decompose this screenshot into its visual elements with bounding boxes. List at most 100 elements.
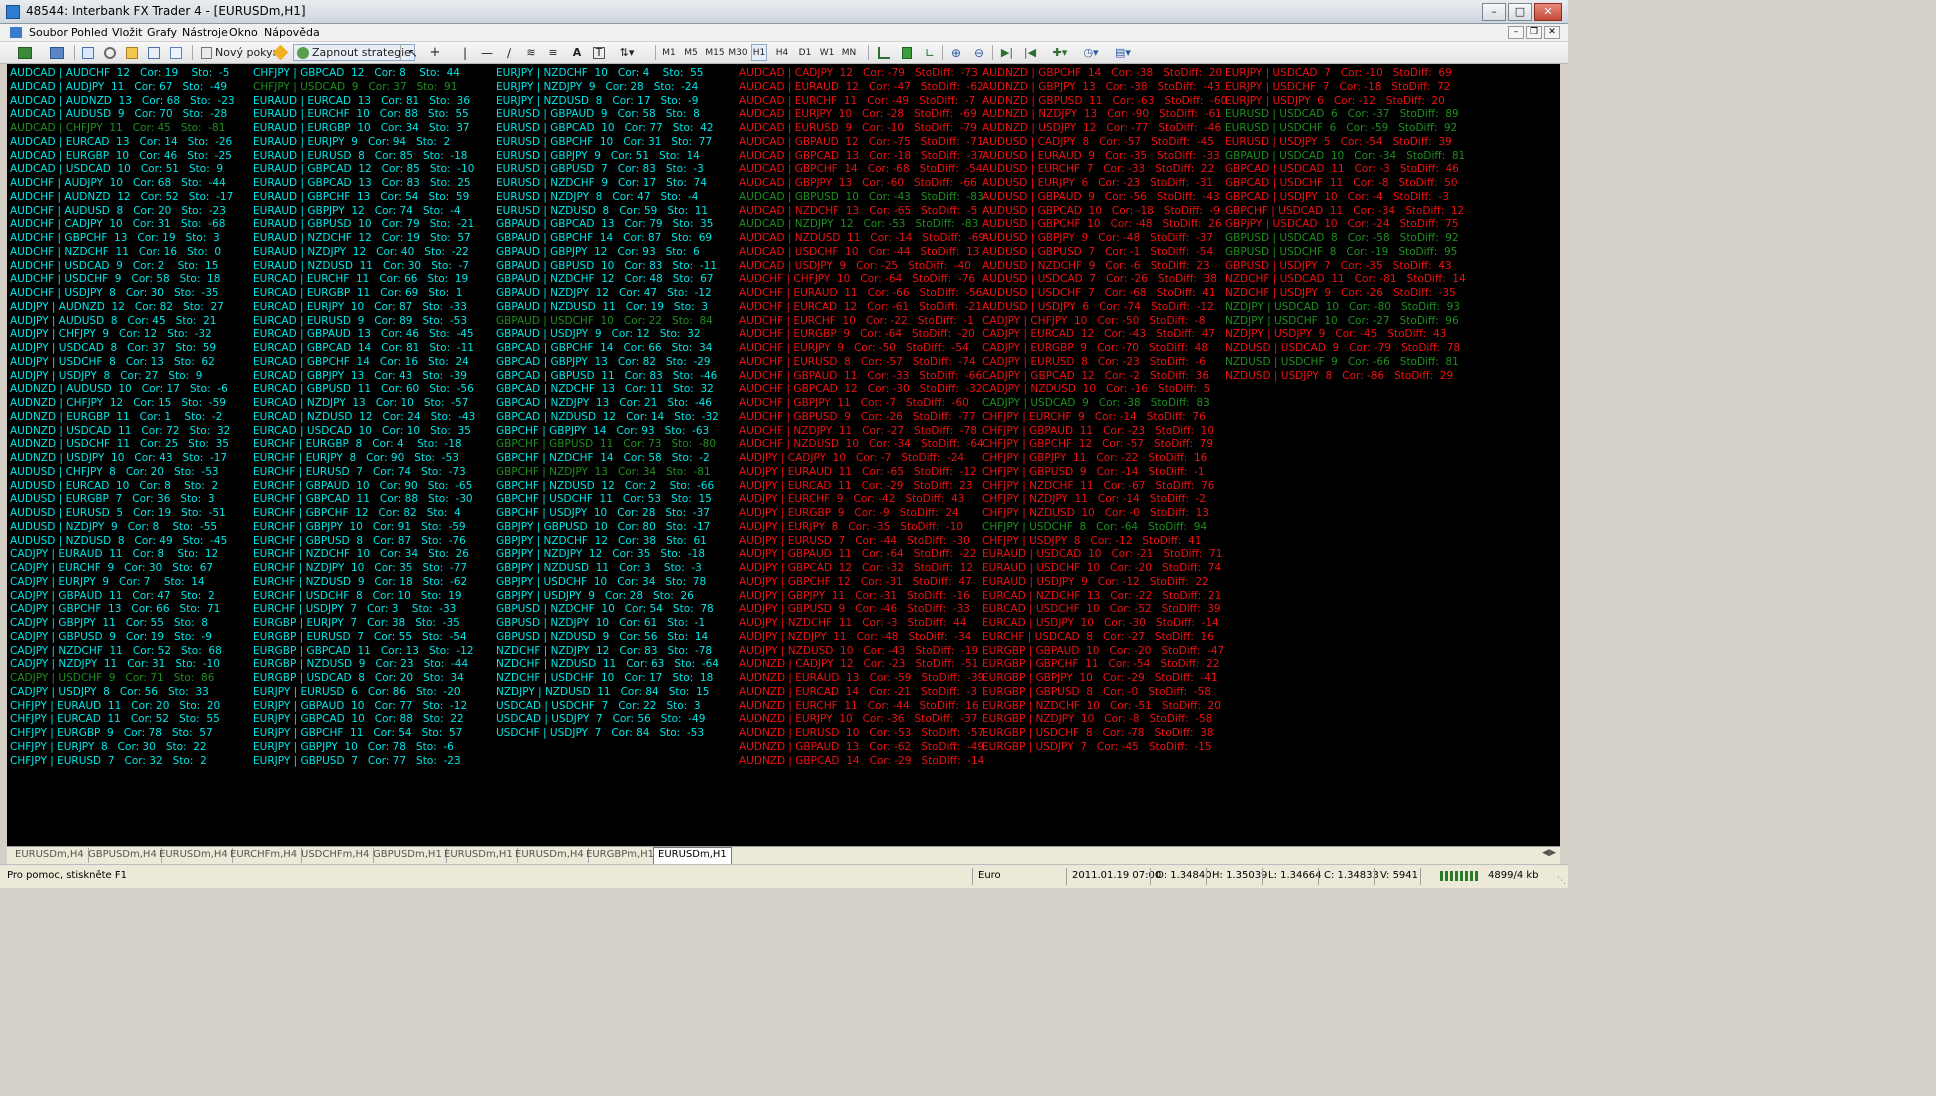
menu-nastroje[interactable]: Nástroje	[182, 26, 228, 39]
timeframe-d1[interactable]: D1	[797, 44, 813, 61]
correlation-line: EURCAD | EURGBP 11 Cor: 69 Sto: 1	[253, 287, 463, 299]
arrows-icon: ⇅▾	[619, 46, 635, 59]
templates-button[interactable]: ▤▾	[1110, 44, 1136, 61]
chart-tab-active[interactable]: EURUSDm,H1	[653, 847, 732, 865]
correlation-line: EURCHF | NZDCHF 10 Cor: 34 Sto: 26	[253, 548, 469, 561]
correlation-line: AUDCHF | CHFJPY 10 Cor: -64 StoDiff: -76	[739, 273, 976, 286]
arrows-tool[interactable]: ⇅▾	[614, 44, 640, 61]
timeframe-w1[interactable]: W1	[819, 44, 835, 61]
correlation-line: AUDCAD | AUDCHF 12 Cor: 19 Sto: -5	[10, 67, 230, 79]
text-label-tool[interactable]: T	[591, 44, 607, 61]
new-chart-button[interactable]	[12, 44, 38, 61]
chart-tab[interactable]: EURUSDm,H4	[155, 848, 233, 863]
periods-button[interactable]: ◷▾	[1078, 44, 1104, 61]
menu-pohled[interactable]: Pohled	[71, 26, 108, 39]
correlation-line: AUDUSD | GBPCHF 10 Cor: -48 StoDiff: 26	[982, 218, 1222, 231]
correlation-line: AUDNZD | CHFJPY 12 Cor: 15 Sto: -59	[10, 397, 226, 409]
zoom-out-button[interactable]: ⊖	[971, 44, 987, 61]
timeframe-mn[interactable]: MN	[841, 44, 857, 61]
bar-chart-button[interactable]	[876, 44, 892, 61]
menu-napoveda[interactable]: Nápověda	[264, 26, 320, 39]
correlation-line: AUDCHF | AUDNZD 12 Cor: 52 Sto: -17	[10, 190, 234, 203]
timeframe-m1[interactable]: M1	[661, 44, 677, 61]
maximize-button[interactable]: □	[1508, 3, 1532, 21]
candlestick-button[interactable]	[899, 44, 915, 61]
correlation-line: EURCHF | USDCHF 8 Cor: 10 Sto: 19	[253, 589, 462, 602]
chart-window-icon[interactable]	[10, 27, 22, 38]
channel-tool[interactable]: ≋	[523, 44, 539, 61]
autoscroll-button[interactable]: ▶|	[999, 44, 1015, 61]
data-window-button[interactable]	[124, 44, 140, 61]
chart-tab[interactable]: GBPUSDm,H4	[84, 848, 162, 863]
chart-tab[interactable]: EURUSDm,H1	[440, 848, 518, 863]
correlation-line: EURGBP | GBPJPY 10 Cor: -29 StoDiff: -41	[982, 672, 1218, 684]
chart-tab[interactable]: GBPUSDm,H1	[369, 848, 447, 863]
menu-vlozit[interactable]: Vložit	[112, 26, 142, 39]
correlation-line: GBPCHF | USDCAD 11 Cor: -34 StoDiff: 12	[1225, 204, 1465, 217]
terminal-icon	[148, 46, 160, 59]
status-open: O: 1.34840	[1156, 870, 1212, 881]
correlation-line: EURCHF | GBPUSD 8 Cor: 87 Sto: -76	[253, 534, 466, 547]
chart-tab[interactable]: USDCHFm,H4	[297, 848, 375, 863]
chart-close-button[interactable]: ✕	[1544, 26, 1560, 39]
correlation-line: AUDCHF | AUDUSD 8 Cor: 20 Sto: -23	[10, 204, 226, 217]
vertical-line-tool[interactable]: |	[457, 44, 473, 61]
bar-chart-icon	[878, 46, 890, 59]
text-tool[interactable]: A	[569, 44, 585, 61]
zoom-out-icon: ⊖	[973, 45, 985, 60]
horizontal-line-tool[interactable]: —	[479, 44, 495, 61]
correlation-line: NZDJPY | USDCHF 10 Cor: -27 StoDiff: 96	[1225, 314, 1459, 327]
chart-tab[interactable]: EURUSDm,H4	[11, 848, 89, 863]
profiles-button[interactable]	[44, 44, 70, 61]
correlation-line: AUDUSD | EURAUD 9 Cor: -35 StoDiff: -33	[982, 149, 1220, 162]
timeframe-m5[interactable]: M5	[683, 44, 699, 61]
correlation-line: EURGBP | NZDJPY 10 Cor: -8 StoDiff: -58	[982, 713, 1213, 726]
correlation-line: AUDJPY | CADJPY 10 Cor: -7 StoDiff: -24	[739, 452, 965, 464]
correlation-line: EURJPY | GBPCAD 10 Cor: 88 Sto: 22	[253, 713, 464, 726]
minimize-button[interactable]: –	[1482, 3, 1506, 21]
correlation-line: CHFJPY | EURJPY 8 Cor: 30 Sto: 22	[10, 740, 207, 753]
correlation-line: EURUSD | GBPCHF 10 Cor: 31 Sto: 77	[496, 135, 713, 148]
chart-tab[interactable]: EURCHFm,H4	[226, 848, 303, 863]
chart-tab[interactable]: EURGBPm,H1	[582, 848, 660, 863]
timeframe-h1[interactable]: H1	[751, 44, 767, 61]
crosshair-tool[interactable]: +	[427, 44, 443, 61]
trendline-icon: ∕	[506, 45, 512, 60]
metaeditor-button[interactable]	[272, 44, 288, 61]
resize-grip-icon[interactable]: ⋱	[1557, 876, 1566, 886]
correlation-line: EURCHF | EURUSD 7 Cor: 74 Sto: -73	[253, 465, 466, 478]
new-order-label: Nový pokyn	[215, 46, 280, 59]
menu-okno[interactable]: Okno	[229, 26, 258, 39]
chart-shift-button[interactable]: |◀	[1022, 44, 1038, 61]
zoom-in-button[interactable]: ⊕	[948, 44, 964, 61]
correlation-line: AUDCAD | NZDUSD 11 Cor: -14 StoDiff: -69	[739, 232, 986, 244]
chart-restore-button[interactable]: ❐	[1526, 26, 1542, 39]
chart-area[interactable]: AUDCAD | AUDCHF 12 Cor: 19 Sto: -5 AUDCAD…	[7, 64, 1560, 846]
cursor-tool[interactable]: ↖	[405, 44, 421, 61]
correlation-line: AUDCHF | EURGBP 9 Cor: -64 StoDiff: -20	[739, 328, 975, 341]
tabs-scroll-right-icon[interactable]: ◀▶	[1542, 848, 1556, 858]
market-watch-button[interactable]	[80, 44, 96, 61]
correlation-line: EURCAD | USDCHF 10 Cor: -52 StoDiff: 39	[982, 603, 1221, 616]
line-chart-button[interactable]: ∟	[922, 44, 938, 61]
timeframe-m15[interactable]: M15	[705, 44, 725, 61]
indicators-button[interactable]: ✚▾	[1047, 44, 1073, 61]
correlation-line: EURAUD | NZDUSD 11 Cor: 30 Sto: -7	[253, 259, 469, 272]
chart-tab[interactable]: EURUSDm,H4	[511, 848, 589, 863]
timeframe-h4[interactable]: H4	[774, 44, 790, 61]
chart-minimize-button[interactable]: –	[1508, 26, 1524, 39]
toggle-strategies-button[interactable]: Zapnout strategie	[293, 44, 415, 61]
navigator-button[interactable]	[102, 44, 118, 61]
correlation-line: GBPAUD | GBPJPY 12 Cor: 93 Sto: 6	[496, 245, 700, 258]
trendline-tool[interactable]: ∕	[501, 44, 517, 61]
menu-grafy[interactable]: Grafy	[147, 26, 177, 39]
status-close: C: 1.34833	[1324, 870, 1379, 881]
new-order-button[interactable]: Nový pokyn	[197, 44, 284, 61]
close-button[interactable]: ✕	[1534, 3, 1562, 21]
timeframe-m30[interactable]: M30	[728, 44, 748, 61]
terminal-button[interactable]	[146, 44, 162, 61]
tester-button[interactable]	[168, 44, 184, 61]
fibonacci-tool[interactable]: ≡	[545, 44, 561, 61]
menu-soubor[interactable]: Soubor	[29, 26, 68, 39]
correlation-line: EURAUD | EURUSD 8 Cor: 85 Sto: -18	[253, 149, 468, 162]
